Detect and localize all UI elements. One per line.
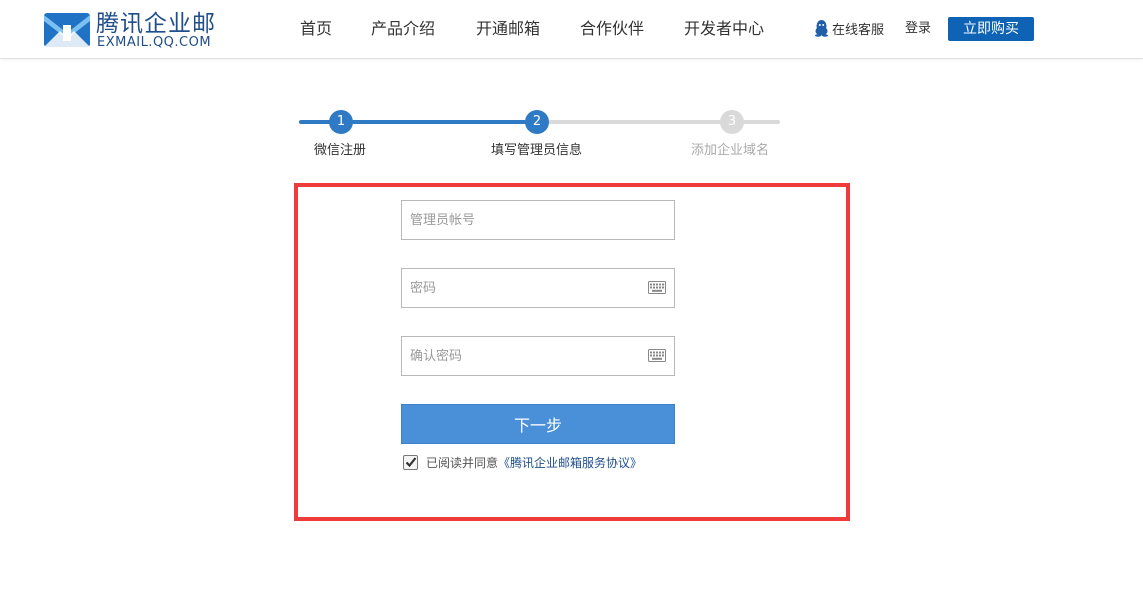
step-1-label: 微信注册 (314, 143, 367, 158)
online-service-link[interactable]: 在线客服 (814, 20, 884, 40)
logo-title: 腾讯企业邮 (96, 11, 216, 37)
step-3-label: 添加企业域名 (691, 143, 770, 158)
step-2-label: 填写管理员信息 (491, 143, 583, 158)
agree-checkbox[interactable] (403, 455, 418, 470)
nav-open-mailbox[interactable]: 开通邮箱 (476, 19, 540, 39)
mail-logo-icon (44, 13, 90, 47)
nav-home[interactable]: 首页 (300, 19, 332, 39)
buy-now-button[interactable]: 立即购买 (948, 17, 1034, 41)
top-header: 腾讯企业邮 EXMAIL.QQ.COM 首页 产品介绍 开通邮箱 合作伙伴 开发… (0, 0, 1143, 59)
admin-account-field[interactable] (401, 200, 675, 240)
agreement-row: 已阅读并同意《腾讯企业邮箱服务协议》 (403, 455, 642, 471)
confirm-password-field[interactable] (401, 336, 675, 376)
nav-products[interactable]: 产品介绍 (371, 19, 435, 39)
logo-subtitle: EXMAIL.QQ.COM (97, 35, 212, 50)
step-2-dot: 2 (525, 110, 549, 134)
keyboard-icon[interactable] (648, 281, 666, 294)
password-input[interactable] (402, 269, 640, 307)
step-1-dot: 1 (329, 110, 353, 134)
login-link[interactable]: 登录 (905, 20, 931, 38)
qq-penguin-icon (815, 20, 828, 37)
nav-developer-center[interactable]: 开发者中心 (684, 19, 764, 39)
keyboard-icon[interactable] (648, 349, 666, 362)
checkmark-icon (405, 457, 417, 468)
password-field[interactable] (401, 268, 675, 308)
online-service-label: 在线客服 (832, 23, 885, 38)
nav-partners[interactable]: 合作伙伴 (580, 19, 644, 39)
service-agreement-link[interactable]: 《腾讯企业邮箱服务协议》 (498, 456, 642, 470)
confirm-password-input[interactable] (402, 337, 640, 375)
admin-account-input[interactable] (402, 201, 640, 239)
agree-text: 已阅读并同意 (426, 456, 499, 470)
step-3-dot: 3 (720, 110, 744, 134)
next-step-button[interactable]: 下一步 (401, 404, 675, 444)
